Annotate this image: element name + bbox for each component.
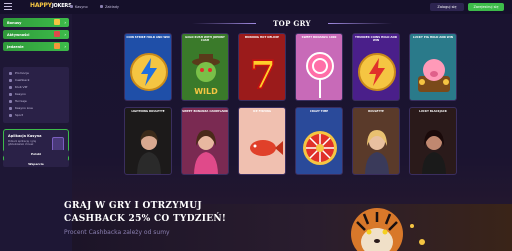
sidebar-item-promotions[interactable]: Promocje	[9, 70, 29, 76]
sport-icon	[9, 113, 12, 117]
tab-casino[interactable]: Kasyno	[70, 3, 88, 10]
cashback-icon	[9, 78, 12, 82]
sidebar-item-activities[interactable]: Aktywności ›	[3, 30, 69, 39]
svg-text:7: 7	[250, 52, 276, 97]
seven-icon: 7	[249, 51, 277, 98]
sidebar-submenu: Promocje Cashback Klub VIP Kasyno Turnie…	[3, 67, 69, 123]
app-subtitle: Pobierz aplikację i graj gdziekolwiek ch…	[8, 140, 37, 146]
svg-text:WILD: WILD	[194, 87, 218, 96]
wheel-icon	[303, 131, 337, 165]
tab-sports[interactable]: Zakłady	[100, 3, 119, 10]
app-download-box: Aplikacja Kasyna Pobierz aplikację i gra…	[3, 129, 69, 162]
game-card[interactable]: SWEET BONANZA 1000	[295, 33, 343, 101]
game-card[interactable]: BURNING HOT DELUXE 7	[238, 33, 286, 101]
game-card[interactable]: CRAZY TIME	[295, 107, 343, 175]
cowboy-frog-icon: WILD	[192, 54, 220, 96]
lightning-coin-icon	[358, 53, 396, 91]
dealer-icon	[137, 130, 161, 174]
sidebar-item-live-casino[interactable]: Kasyno Live	[9, 105, 33, 111]
sports-icon	[100, 5, 103, 8]
support-button[interactable]: Wsparcie	[3, 160, 69, 167]
fish-icon	[250, 140, 283, 156]
menu-icon[interactable]	[4, 3, 12, 10]
promo-icon	[9, 71, 12, 75]
sidebar-item-casino[interactable]: Kasyno	[9, 91, 26, 97]
game-card[interactable]: GOLD RUSH WITH JOHNNY CASH WILD	[181, 33, 229, 101]
top-bar: HAPPYJOKERS Kasyno Zakłady Zaloguj się Z…	[0, 0, 512, 15]
register-button[interactable]: Zarejestruj się	[468, 3, 504, 11]
sidebar-item-bonuses[interactable]: Bonusy ›	[3, 18, 69, 27]
tournament-icon	[9, 99, 12, 103]
banner-headline-2: CASHBACK 25% CO TYDZIEŃ!	[64, 214, 227, 224]
sidebar-item-tournaments[interactable]: Turnieje	[9, 98, 27, 104]
gift-icon	[54, 19, 60, 25]
dealer-icon	[365, 130, 389, 174]
chevron-down-icon: ›	[64, 20, 66, 25]
game-card[interactable]: ROULETTE	[352, 107, 400, 175]
lightning-coin-icon	[130, 53, 168, 91]
title-divider-right	[328, 23, 392, 24]
sidebar: Bonusy › Aktywności › Jedzenie › Promocj…	[0, 14, 72, 251]
lollipop-icon	[306, 52, 334, 98]
title-divider-left	[192, 23, 256, 24]
cashback-banner[interactable]	[72, 204, 512, 251]
sidebar-item-vip[interactable]: Klub VIP	[9, 84, 27, 90]
game-card[interactable]: LUCKY BLACKJACK	[409, 107, 457, 175]
chevron-down-icon: ›	[64, 44, 66, 49]
language-selector[interactable]: Polski	[3, 150, 69, 157]
game-card[interactable]: LIGHTNING ROULETTE	[124, 107, 172, 175]
sidebar-item-cashback[interactable]: Cashback	[9, 77, 30, 83]
chevron-down-icon: ›	[64, 32, 66, 37]
casino-icon	[9, 92, 12, 96]
live-icon	[9, 106, 12, 110]
casino-icon	[70, 5, 73, 8]
tiger-icon	[351, 208, 425, 251]
section-title: TOP GRY	[273, 19, 311, 28]
banner-headline-1: GRAJ W GRY I OTRZYMUJ	[64, 201, 202, 211]
dealer-icon	[422, 130, 446, 174]
game-card[interactable]: SWEET BONANZA CANDYLAND	[181, 107, 229, 175]
sidebar-item-sport[interactable]: Sport	[9, 112, 23, 118]
game-card[interactable]: THUNDER COINS HOLD AND WIN	[352, 33, 400, 101]
logo[interactable]: HAPPYJOKERS	[30, 2, 72, 9]
pig-icon	[418, 59, 450, 92]
game-card[interactable]: LUCKY PIG HOLD AND WIN	[409, 33, 457, 101]
banner-subtext: Procent Cashbacka zależy od sumy	[64, 229, 170, 236]
game-card[interactable]: COIN STRIKE HOLD AND WIN	[124, 33, 172, 101]
app-title: Aplikacja Kasyna	[8, 134, 42, 138]
trophy-icon	[54, 31, 60, 37]
sidebar-item-food[interactable]: Jedzenie ›	[3, 42, 69, 51]
food-icon	[54, 43, 60, 49]
dealer-icon	[194, 130, 218, 174]
vip-icon	[9, 85, 12, 89]
login-button[interactable]: Zaloguj się	[430, 3, 464, 11]
game-card[interactable]: ICE FISHING	[238, 107, 286, 175]
